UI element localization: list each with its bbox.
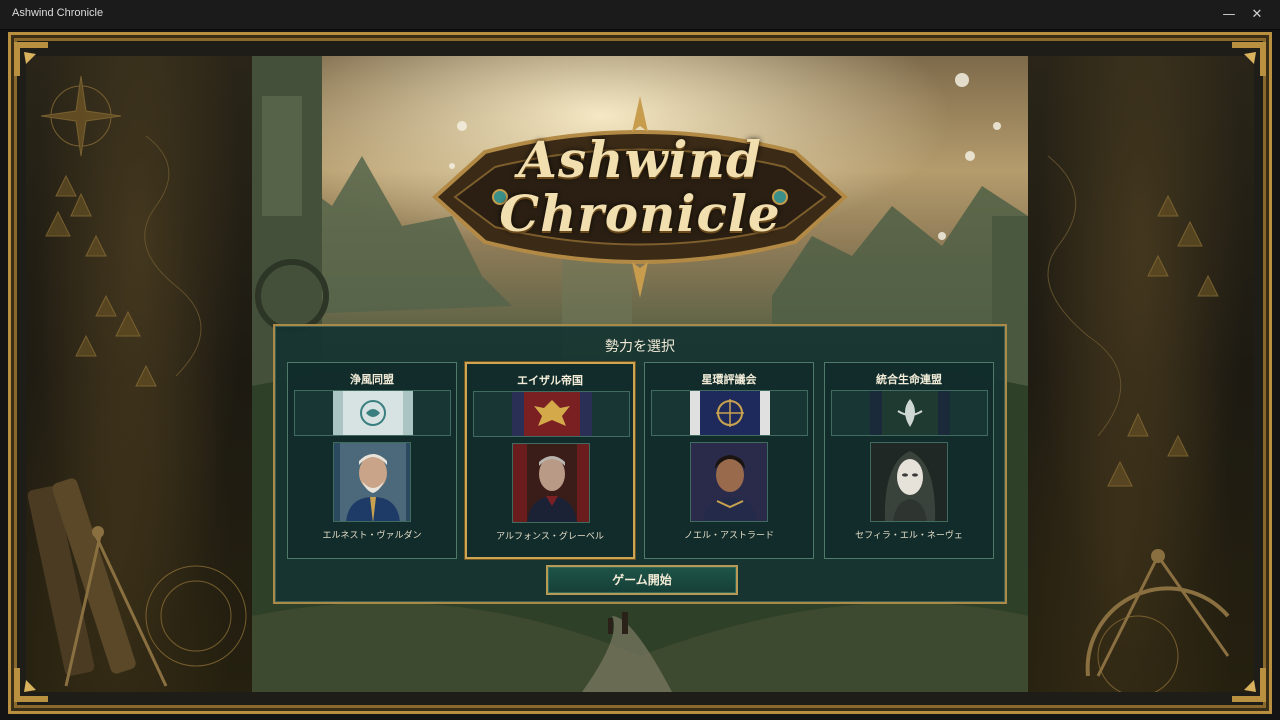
start-game-button[interactable]: ゲーム開始 — [546, 565, 738, 595]
banner-frame — [831, 390, 988, 436]
faction-card-4[interactable]: 統合生命連盟 セフィラ・エル・ネーヴェ — [824, 362, 994, 559]
faction-name: 星環評議会 — [701, 373, 757, 386]
star-ring-icon — [690, 391, 770, 435]
right-parchment-panel — [1028, 56, 1254, 692]
game-logo: Ashwind Chronicle — [425, 92, 855, 302]
leader-name: セフィラ・エル・ネーヴェ — [855, 531, 963, 541]
leader-portrait — [690, 442, 768, 522]
logo-line-2: Chronicle — [499, 184, 781, 243]
banner-frame — [473, 391, 630, 437]
corner-ornament-icon — [1230, 666, 1268, 704]
corner-ornament-icon — [12, 666, 50, 704]
leader-portrait — [512, 443, 590, 523]
leader-portrait — [333, 442, 411, 522]
window-title: Ashwind Chronicle — [12, 7, 104, 19]
leader-name: アルフォンス・グレーベル — [496, 532, 604, 542]
faction-name: 浄風同盟 — [350, 373, 394, 386]
right-parchment-illustration — [1047, 155, 1230, 692]
close-button[interactable]: ✕ — [1234, 0, 1280, 30]
wind-circle-icon — [333, 391, 413, 435]
faction-select-panel: 勢力を選択 浄風同盟 エルネスト・ヴァルダン エイザル帝国 アルフォンス・グレー… — [273, 324, 1007, 604]
leaf-crest-icon — [870, 391, 950, 435]
faction-name: エイザル帝国 — [517, 374, 583, 387]
left-parchment-illustration — [27, 75, 247, 687]
faction-card-3[interactable]: 星環評議会 ノエル・アストラード — [644, 362, 814, 559]
double-eagle-icon — [512, 392, 592, 436]
leader-name: エルネスト・ヴァルダン — [322, 531, 422, 541]
corner-ornament-icon — [1230, 40, 1268, 78]
banner-frame — [294, 390, 451, 436]
faction-card-1[interactable]: 浄風同盟 エルネスト・ヴァルダン — [287, 362, 457, 559]
corner-ornament-icon — [12, 40, 50, 78]
panel-title: 勢力を選択 — [605, 339, 675, 355]
banner-frame — [651, 390, 808, 436]
faction-name: 統合生命連盟 — [876, 373, 942, 386]
logo-line-1: Ashwind — [518, 130, 762, 189]
left-parchment-panel — [26, 56, 252, 692]
window-title-bar: Ashwind Chronicle — ✕ — [0, 0, 1280, 30]
leader-portrait — [870, 442, 948, 522]
leader-name: ノエル・アストラード — [683, 531, 774, 541]
faction-card-2[interactable]: エイザル帝国 アルフォンス・グレーベル — [465, 362, 635, 559]
